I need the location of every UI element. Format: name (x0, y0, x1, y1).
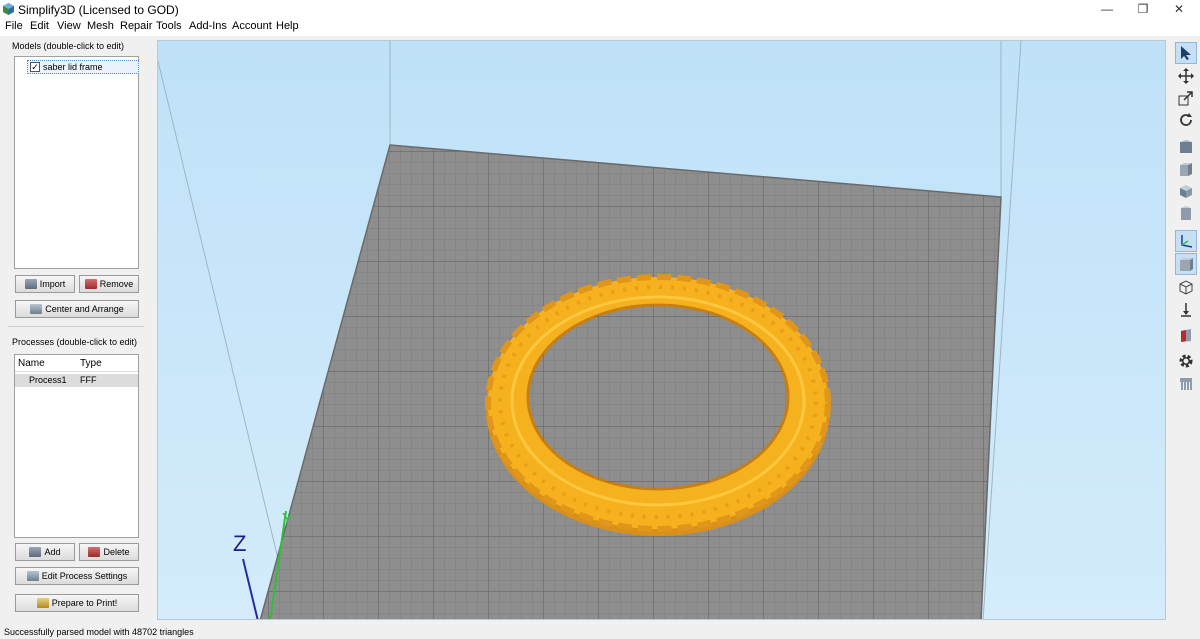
menu-account[interactable]: Account (232, 20, 272, 32)
close-button[interactable]: ✕ (1156, 0, 1200, 18)
view-top-button[interactable] (1175, 180, 1197, 202)
cross-section-icon (1181, 329, 1191, 342)
simplify3d-logo-icon (3, 3, 14, 15)
model-item[interactable]: ✓ saber lid frame (27, 60, 139, 74)
cube-side-icon (1181, 206, 1191, 220)
prepare-label: Prepare to Print! (51, 598, 118, 608)
right-toolbar (1172, 40, 1200, 626)
center-arrange-button[interactable]: Center and Arrange (15, 300, 139, 318)
move-tool[interactable] (1175, 65, 1197, 87)
title-bar: Simplify3D (Licensed to GOD) — ❐ ✕ (0, 0, 1200, 18)
process-row[interactable]: Process1 FFF (15, 374, 138, 387)
remove-icon (84, 279, 97, 289)
cube-top-icon (1180, 185, 1192, 198)
scale-icon (1178, 91, 1193, 106)
scale-tool[interactable] (1175, 87, 1197, 109)
model-name: saber lid frame (43, 62, 103, 72)
status-bar: Successfully parsed model with 48702 tri… (0, 626, 1200, 639)
panel-divider (8, 326, 144, 327)
remove-label: Remove (99, 279, 134, 289)
status-text: Successfully parsed model with 48702 tri… (4, 627, 194, 637)
menu-edit[interactable]: Edit (30, 20, 49, 32)
settings-gear-button[interactable] (1175, 350, 1197, 372)
add-icon (29, 547, 42, 557)
y-axis-label: Y (282, 511, 293, 528)
menu-view[interactable]: View (57, 20, 81, 32)
delete-label: Delete (103, 547, 130, 557)
build-volume-edge (158, 60, 294, 619)
prepare-to-print-button[interactable]: Prepare to Print! (15, 594, 139, 612)
import-icon (24, 279, 37, 289)
cube-front-icon (1180, 163, 1192, 176)
print-icon (36, 598, 49, 608)
center-arrange-icon (30, 304, 43, 314)
wireframe-toggle[interactable] (1175, 276, 1197, 298)
support-icon (1180, 378, 1192, 390)
process-name: Process1 (29, 375, 67, 385)
place-on-bed-button[interactable] (1175, 299, 1197, 321)
remove-button[interactable]: Remove (79, 275, 139, 293)
edit-process-label: Edit Process Settings (41, 571, 128, 581)
center-arrange-label: Center and Arrange (45, 304, 124, 314)
import-label: Import (39, 279, 66, 289)
window-title: Simplify3D (Licensed to GOD) (18, 3, 179, 17)
add-label: Add (44, 547, 61, 557)
process-type: FFF (80, 375, 97, 385)
menu-add-ins[interactable]: Add-Ins (189, 20, 227, 32)
scene[interactable] (158, 41, 1166, 620)
cross-section-button[interactable] (1175, 324, 1197, 346)
gear-icon (1179, 354, 1193, 368)
delete-icon (88, 547, 101, 557)
3d-viewport[interactable]: Z Y (157, 40, 1166, 620)
solid-cube-icon (1180, 258, 1193, 271)
z-axis-line (242, 558, 259, 619)
menu-repair[interactable]: Repair (120, 20, 152, 32)
solid-view-toggle[interactable] (1175, 253, 1197, 275)
show-axes-toggle[interactable] (1175, 230, 1197, 252)
rotate-icon (1180, 113, 1192, 126)
menu-bar: File Edit View Mesh Repair Tools Add-Ins… (0, 18, 1200, 36)
model-checkbox[interactable]: ✓ (30, 62, 40, 72)
processes-label: Processes (double-click to edit) (12, 337, 138, 347)
move-icon (1178, 68, 1194, 84)
axes-icon (1181, 235, 1193, 248)
menu-tools[interactable]: Tools (156, 20, 182, 32)
menu-file[interactable]: File (5, 20, 23, 32)
view-side-button[interactable] (1175, 202, 1197, 224)
import-button[interactable]: Import (15, 275, 75, 293)
edit-process-settings-button[interactable]: Edit Process Settings (15, 567, 139, 585)
model-saber-lid-frame[interactable] (485, 274, 831, 536)
left-panel: Models (double-click to edit) ✓ saber li… (0, 36, 151, 626)
rotate-tool[interactable] (1175, 109, 1197, 131)
menu-mesh[interactable]: Mesh (87, 20, 114, 32)
settings-icon (26, 571, 39, 581)
models-list[interactable]: ✓ saber lid frame (14, 56, 139, 269)
delete-process-button[interactable]: Delete (79, 543, 139, 561)
wireframe-icon (1179, 280, 1193, 295)
column-name[interactable]: Name (18, 358, 45, 369)
select-tool[interactable] (1175, 42, 1197, 64)
column-type[interactable]: Type (80, 358, 102, 369)
support-structures-button[interactable] (1175, 373, 1197, 395)
view-isometric-button[interactable] (1175, 136, 1197, 158)
view-front-button[interactable] (1175, 158, 1197, 180)
drop-to-bed-icon (1181, 303, 1191, 317)
z-axis-label: Z (233, 531, 247, 556)
cube-iso-icon (1180, 140, 1192, 153)
menu-help[interactable]: Help (276, 20, 299, 32)
processes-header: Name Type (15, 355, 138, 372)
add-process-button[interactable]: Add (15, 543, 75, 561)
cursor-icon (1181, 46, 1191, 60)
processes-list[interactable]: Name Type Process1 FFF (14, 354, 139, 538)
models-label: Models (double-click to edit) (12, 41, 125, 51)
